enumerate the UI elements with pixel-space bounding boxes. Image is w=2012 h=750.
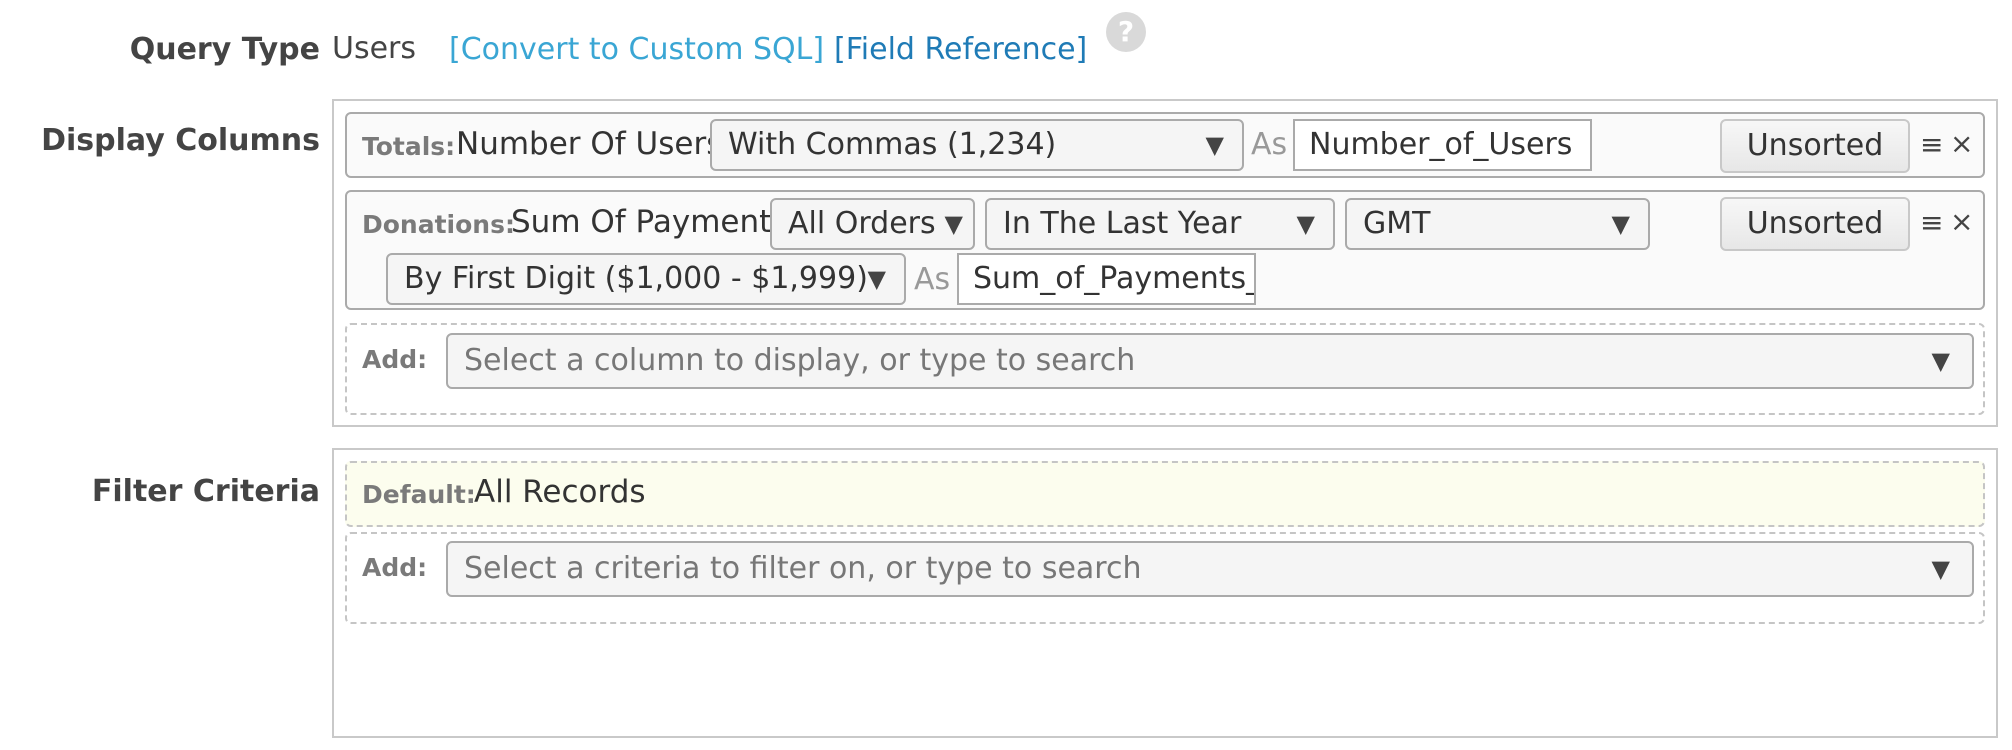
- orders-select[interactable]: All Orders ▼: [770, 198, 975, 250]
- dropdown-arrow-icon: ▼: [867, 265, 886, 293]
- period-select-value: In The Last Year: [1003, 206, 1242, 241]
- grouping-select-value: By First Digit ($1,000 - $1,999): [404, 261, 868, 296]
- add-filter-select[interactable]: Select a criteria to filter on, or type …: [446, 541, 1974, 597]
- add-label: Add:: [362, 553, 428, 582]
- format-select-value: With Commas (1,234): [728, 127, 1057, 162]
- format-select[interactable]: With Commas (1,234) ▼: [710, 119, 1244, 171]
- orders-select-value: All Orders: [788, 206, 936, 241]
- add-filter-placeholder: Select a criteria to filter on, or type …: [464, 551, 1142, 586]
- dropdown-arrow-icon: ▼: [1205, 131, 1224, 159]
- period-select[interactable]: In The Last Year ▼: [985, 198, 1335, 250]
- dropdown-arrow-icon: ▼: [1931, 347, 1950, 375]
- display-columns-label: Display Columns: [41, 123, 320, 158]
- drag-handle-icon[interactable]: ≡: [1920, 206, 1943, 239]
- dropdown-arrow-icon: ▼: [1931, 555, 1950, 583]
- dropdown-arrow-icon: ▼: [1296, 210, 1315, 238]
- remove-column-icon[interactable]: ×: [1950, 127, 1973, 160]
- default-tag: Default:: [362, 480, 476, 509]
- query-type-label: Query Type: [129, 32, 320, 67]
- sort-button[interactable]: Unsorted: [1720, 197, 1910, 251]
- add-label: Add:: [362, 345, 428, 374]
- add-column-placeholder: Select a column to display, or type to s…: [464, 343, 1136, 378]
- convert-to-custom-sql-link[interactable]: [Convert to Custom SQL]: [449, 32, 824, 67]
- column-source-tag: Totals:: [362, 132, 456, 161]
- as-label: As: [1251, 127, 1288, 162]
- field-reference-link[interactable]: [Field Reference]: [834, 32, 1087, 67]
- query-type-value: Users: [332, 31, 417, 66]
- default-filter-value: All Records: [474, 474, 646, 510]
- add-column-select[interactable]: Select a column to display, or type to s…: [446, 333, 1974, 389]
- column-source-tag: Donations:: [362, 210, 515, 239]
- alias-input[interactable]: Number_of_Users: [1293, 119, 1592, 171]
- drag-handle-icon[interactable]: ≡: [1920, 128, 1943, 161]
- dropdown-arrow-icon: ▼: [944, 210, 963, 238]
- sort-button[interactable]: Unsorted: [1720, 119, 1910, 173]
- as-label: As: [914, 262, 951, 297]
- alias-input[interactable]: Sum_of_Payments_: [957, 253, 1256, 305]
- grouping-select[interactable]: By First Digit ($1,000 - $1,999) ▼: [386, 253, 906, 305]
- remove-column-icon[interactable]: ×: [1950, 205, 1973, 238]
- column-field-name: Sum Of Payments: [511, 204, 788, 240]
- timezone-select[interactable]: GMT ▼: [1345, 198, 1650, 250]
- help-icon[interactable]: ?: [1106, 12, 1146, 52]
- dropdown-arrow-icon: ▼: [1611, 210, 1630, 238]
- column-field-name: Number Of Users: [456, 126, 723, 162]
- timezone-select-value: GMT: [1363, 206, 1431, 241]
- filter-criteria-label: Filter Criteria: [91, 474, 320, 509]
